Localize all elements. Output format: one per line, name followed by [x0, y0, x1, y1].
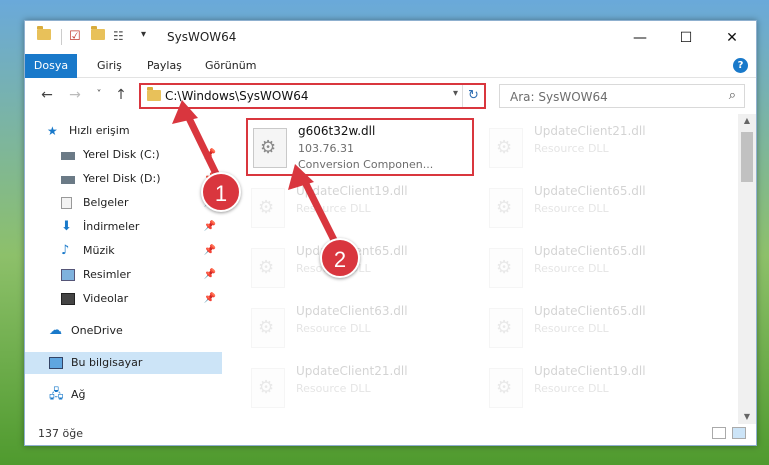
- forward-button[interactable]: →: [65, 84, 85, 106]
- sidebar-item-onedrive[interactable]: ☁ OneDrive: [25, 320, 222, 342]
- dll-file-icon: [489, 368, 523, 408]
- dll-file-icon: [251, 368, 285, 408]
- close-button[interactable]: ✕: [709, 21, 755, 54]
- sidebar-item-belgeler[interactable]: Belgeler 📌: [25, 192, 222, 214]
- explorer-window: ☑ ☷ ▾ SysWOW64 — ☐ ✕ Dosya Giriş Paylaş …: [24, 20, 757, 446]
- ribbon-tabs: Dosya Giriş Paylaş Görünüm ?: [25, 54, 756, 78]
- file-item-g606t32w[interactable]: g606t32w.dll 103.76.31 Conversion Compon…: [246, 118, 474, 176]
- sidebar-item-muzik[interactable]: ♪ Müzik 📌: [25, 240, 222, 262]
- status-bar: 137 öğe: [25, 422, 756, 445]
- dll-file-icon: [489, 188, 523, 228]
- scroll-thumb[interactable]: [741, 132, 753, 182]
- folder-icon: [37, 26, 51, 47]
- file-description: Conversion Componen...: [298, 158, 434, 171]
- file-item[interactable]: UpdateClient19.dll Resource DLL: [246, 180, 486, 238]
- tab-dosya[interactable]: Dosya: [25, 54, 77, 78]
- pin-icon[interactable]: 📌: [204, 240, 216, 262]
- address-dropdown-icon[interactable]: ▾: [453, 88, 458, 99]
- item-count: 137 öğe: [38, 427, 83, 440]
- details-view-icon[interactable]: [712, 427, 726, 439]
- file-item[interactable]: UpdateClient63.dll Resource DLL: [246, 300, 486, 358]
- file-item[interactable]: UpdateClient65.dll Resource DLL: [484, 180, 724, 238]
- navigation-pane: ★ Hızlı erişim Yerel Disk (C:) 📌 Yerel D…: [25, 114, 222, 424]
- pin-icon[interactable]: 📌: [204, 288, 216, 310]
- file-item[interactable]: UpdateClient19.dll Resource DLL: [484, 360, 724, 418]
- music-icon: ♪: [61, 243, 70, 258]
- sidebar-item-local-disk-c[interactable]: Yerel Disk (C:) 📌: [25, 144, 222, 166]
- recent-locations-button[interactable]: ˅: [89, 84, 109, 106]
- dll-file-icon: [251, 308, 285, 348]
- dll-file-icon: [251, 248, 285, 288]
- computer-icon: [49, 357, 63, 369]
- dll-file-icon: [489, 128, 523, 168]
- tab-giris[interactable]: Giriş: [87, 54, 132, 78]
- sidebar-item-indirmeler[interactable]: ⬇ İndirmeler 📌: [25, 216, 222, 238]
- download-icon: ⬇: [61, 219, 72, 234]
- drive-icon: [61, 152, 75, 160]
- file-name: g606t32w.dll: [298, 124, 376, 138]
- file-version: 103.76.31: [298, 142, 354, 155]
- sidebar-item-resimler[interactable]: Resimler 📌: [25, 264, 222, 286]
- sidebar-item-this-pc[interactable]: Bu bilgisayar: [25, 352, 222, 374]
- divider: [61, 29, 62, 45]
- properties-icon[interactable]: ☑: [69, 29, 81, 47]
- minimize-button[interactable]: —: [617, 21, 663, 54]
- picture-icon: [61, 269, 75, 281]
- network-icon: 🖧: [49, 387, 64, 402]
- sidebar-item-local-disk-d[interactable]: Yerel Disk (D:) 📌: [25, 168, 222, 190]
- address-path: C:\Windows\SysWOW64: [165, 89, 309, 103]
- address-bar[interactable]: C:\Windows\SysWOW64 ▾ ↻: [139, 83, 486, 109]
- navigation-bar: ← → ˅ ↑ C:\Windows\SysWOW64 ▾ ↻ Ara: Sys…: [25, 78, 756, 112]
- file-list: g606t32w.dll 103.76.31 Conversion Compon…: [222, 114, 738, 424]
- search-input[interactable]: Ara: SysWOW64 ⌕: [499, 84, 745, 108]
- help-icon[interactable]: ?: [733, 58, 748, 73]
- sidebar-item-videolar[interactable]: Videolar 📌: [25, 288, 222, 310]
- document-icon: [61, 197, 72, 209]
- search-placeholder: Ara: SysWOW64: [510, 90, 608, 104]
- customize-toolbar-icon[interactable]: ▾: [141, 29, 146, 47]
- pin-icon[interactable]: 📌: [204, 264, 216, 286]
- tab-gorunum[interactable]: Görünüm: [195, 54, 266, 78]
- sidebar-item-network[interactable]: 🖧 Ağ: [25, 384, 222, 406]
- dll-file-icon: [489, 248, 523, 288]
- dll-file-icon: [253, 128, 287, 168]
- dll-file-icon: [251, 188, 285, 228]
- back-button[interactable]: ←: [37, 84, 57, 106]
- star-icon: ★: [47, 124, 58, 138]
- vertical-scrollbar[interactable]: ▲ ▼: [738, 114, 756, 424]
- file-item[interactable]: UpdateClient65.dll Resource DLL: [484, 300, 724, 358]
- dll-file-icon: [489, 308, 523, 348]
- new-folder-icon[interactable]: [91, 26, 105, 47]
- tab-paylas[interactable]: Paylaş: [137, 54, 192, 78]
- pin-icon[interactable]: 📌: [204, 144, 216, 166]
- folder-icon: [147, 87, 161, 104]
- video-icon: [61, 293, 75, 305]
- tiles-view-icon[interactable]: [732, 427, 746, 439]
- step-marker-1: 1: [201, 172, 241, 212]
- drive-icon: [61, 176, 75, 184]
- maximize-button[interactable]: ☐: [663, 21, 709, 54]
- step-marker-2: 2: [320, 238, 360, 278]
- search-icon[interactable]: ⌕: [729, 88, 736, 103]
- title-bar: ☑ ☷ ▾ SysWOW64 — ☐ ✕: [25, 21, 756, 54]
- file-item[interactable]: UpdateClient21.dll Resource DLL: [246, 360, 486, 418]
- file-item[interactable]: UpdateClient65.dll Resource DLL: [246, 240, 486, 298]
- up-button[interactable]: ↑: [111, 84, 131, 106]
- scroll-up-icon[interactable]: ▲: [738, 114, 756, 128]
- sidebar-item-quick-access[interactable]: ★ Hızlı erişim: [25, 120, 222, 142]
- view-menu-icon[interactable]: ☷: [113, 29, 124, 47]
- file-item[interactable]: UpdateClient65.dll Resource DLL: [484, 240, 724, 298]
- refresh-button[interactable]: ↻: [462, 85, 484, 107]
- pin-icon[interactable]: 📌: [204, 216, 216, 238]
- cloud-icon: ☁: [49, 323, 62, 338]
- file-item[interactable]: UpdateClient21.dll Resource DLL: [484, 120, 724, 178]
- window-title: SysWOW64: [167, 30, 237, 44]
